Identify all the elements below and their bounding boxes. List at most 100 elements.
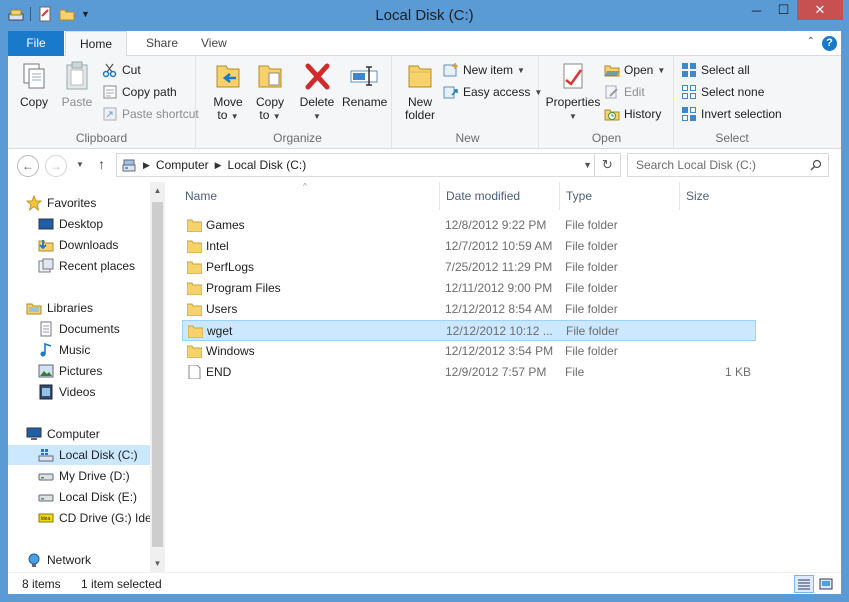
invert-selection-button[interactable]: Invert selection — [681, 105, 782, 123]
nav-local-disk-c[interactable]: Local Disk (C:) — [8, 445, 150, 465]
status-bar: 8 items 1 item selected — [8, 572, 841, 594]
paste-icon — [66, 61, 88, 90]
cut-button[interactable]: Cut — [102, 61, 141, 79]
search-input[interactable] — [634, 157, 804, 173]
forward-arrow-icon: → — [50, 159, 62, 173]
collapse-ribbon-icon[interactable]: ⌃ — [807, 36, 815, 47]
file-icon — [188, 365, 201, 379]
nav-music-label: Music — [59, 343, 91, 357]
scrollbar-thumb[interactable] — [152, 202, 163, 547]
move-to-dropdown-icon: ▼ — [230, 112, 239, 121]
paste-shortcut-label: Paste shortcut — [122, 107, 199, 121]
paste-button[interactable]: Paste — [58, 60, 96, 109]
file-row[interactable]: Games 12/8/2012 9:22 PM File folder — [182, 215, 756, 236]
copy-button[interactable]: Copy — [16, 60, 52, 109]
up-arrow-icon[interactable]: ↑ — [98, 156, 105, 172]
nav-pictures[interactable]: Pictures — [8, 361, 150, 381]
nav-downloads[interactable]: Downloads — [8, 235, 150, 255]
breadcrumb-separator-icon[interactable]: ▶ — [143, 160, 150, 171]
new-group: New folder New item ▼ Easy access ▼ New — [397, 56, 542, 149]
tab-share[interactable]: Share — [132, 31, 192, 56]
svg-text:Idea: Idea — [41, 516, 51, 522]
computer-icon — [26, 427, 42, 440]
search-box[interactable] — [627, 153, 829, 177]
new-folder-button[interactable]: New folder — [401, 60, 439, 122]
breadcrumb-computer[interactable]: Computer — [156, 158, 209, 172]
cut-label: Cut — [122, 63, 141, 77]
address-dropdown-icon[interactable]: ▼ — [583, 160, 592, 170]
open-folder-icon — [604, 65, 620, 77]
file-type: File folder — [566, 324, 619, 338]
file-row[interactable]: END 12/9/2012 7:57 PM File 1 KB — [182, 362, 756, 383]
folder-icon — [187, 303, 202, 316]
nav-desktop[interactable]: Desktop — [8, 214, 150, 234]
details-view-button[interactable] — [794, 575, 814, 593]
file-row[interactable]: Users 12/12/2012 8:54 AM File folder — [182, 299, 756, 320]
copy-to-button[interactable]: Copy to ▼ — [252, 60, 288, 123]
file-row[interactable]: Intel 12/7/2012 10:59 AM File folder — [182, 236, 756, 257]
nav-my-drive-d[interactable]: My Drive (D:) — [8, 466, 150, 486]
nav-pane-scrollbar[interactable]: ▲ ▼ — [150, 182, 165, 572]
rename-button[interactable]: Rename — [342, 60, 387, 109]
back-button[interactable]: ← — [17, 155, 39, 177]
scroll-down-icon[interactable]: ▼ — [150, 559, 165, 568]
delete-button[interactable]: Delete ▼ — [298, 60, 336, 123]
file-type: File — [565, 365, 585, 379]
minimize-button[interactable]: ─ — [743, 0, 770, 20]
file-name: END — [206, 365, 232, 379]
search-icon[interactable] — [810, 159, 822, 171]
copy-path-button[interactable]: Copy path — [102, 83, 177, 101]
address-bar[interactable]: ▶ Computer ▶ Local Disk (C:) ▼ ↻ — [116, 153, 621, 177]
large-icons-view-button[interactable] — [816, 575, 836, 593]
explorer-window: ▼ Local Disk (C:) ─ ☐ ✕ File Home Share … — [0, 0, 849, 602]
nav-music[interactable]: Music — [8, 340, 150, 360]
easy-access-button[interactable]: Easy access ▼ — [443, 83, 542, 101]
help-icon[interactable]: ? — [822, 36, 837, 51]
column-header-date[interactable]: Date modified — [440, 182, 560, 210]
file-row-selected[interactable]: wget 12/12/2012 10:12 ... File folder — [182, 320, 756, 341]
nav-documents[interactable]: Documents — [8, 319, 150, 339]
forward-button[interactable]: → — [45, 155, 67, 177]
tab-home[interactable]: Home — [65, 31, 128, 57]
folder-icon — [187, 219, 202, 232]
nav-cd-drive-g[interactable]: Idea CD Drive (G:) Idea — [8, 508, 150, 528]
open-button[interactable]: Open ▼ — [604, 61, 665, 79]
file-row[interactable]: PerfLogs 7/25/2012 11:29 PM File folder — [182, 257, 756, 278]
maximize-button[interactable]: ☐ — [770, 0, 797, 20]
nav-libraries[interactable]: Libraries — [8, 298, 150, 318]
select-all-button[interactable]: Select all — [681, 61, 750, 79]
file-row[interactable]: Windows 12/12/2012 3:54 PM File folder — [182, 341, 756, 362]
breadcrumb-separator-icon[interactable]: ▶ — [215, 160, 222, 171]
column-header-size[interactable]: Size — [680, 182, 760, 210]
move-to-button[interactable]: Move to ▼ — [210, 60, 246, 123]
new-item-dropdown-icon: ▼ — [517, 65, 525, 75]
column-header-type[interactable]: Type — [560, 182, 680, 210]
breadcrumb-local-disk[interactable]: Local Disk (C:) — [228, 158, 307, 172]
column-header-name[interactable]: Name — [179, 182, 440, 210]
file-date: 12/9/2012 7:57 PM — [445, 365, 547, 379]
scroll-up-icon[interactable]: ▲ — [150, 186, 165, 195]
nav-computer[interactable]: Computer — [8, 424, 150, 444]
select-none-label: Select none — [701, 85, 765, 99]
paste-shortcut-button[interactable]: Paste shortcut — [102, 105, 199, 123]
nav-recent-places[interactable]: Recent places — [8, 256, 150, 276]
folder-icon — [187, 261, 202, 274]
properties-button[interactable]: Properties ▼ — [544, 60, 602, 123]
history-button[interactable]: History — [604, 105, 661, 123]
nav-favorites[interactable]: Favorites — [8, 193, 150, 213]
select-none-button[interactable]: Select none — [681, 83, 764, 101]
new-item-button[interactable]: New item ▼ — [443, 61, 525, 79]
file-row[interactable]: Program Files 12/11/2012 9:00 PM File fo… — [182, 278, 756, 299]
nav-desktop-label: Desktop — [59, 217, 104, 231]
close-button[interactable]: ✕ — [797, 0, 843, 20]
recent-locations-icon[interactable]: ▼ — [76, 160, 84, 169]
cd-drive-icon: Idea — [38, 513, 54, 523]
refresh-icon[interactable]: ↻ — [594, 154, 620, 176]
tab-file[interactable]: File — [8, 31, 64, 56]
nav-network[interactable]: Network — [8, 550, 150, 570]
file-name: Program Files — [206, 281, 281, 295]
nav-videos[interactable]: Videos — [8, 382, 150, 402]
nav-local-disk-e[interactable]: Local Disk (E:) — [8, 487, 150, 507]
tab-view[interactable]: View — [187, 31, 241, 56]
edit-button[interactable]: Edit — [604, 83, 645, 101]
